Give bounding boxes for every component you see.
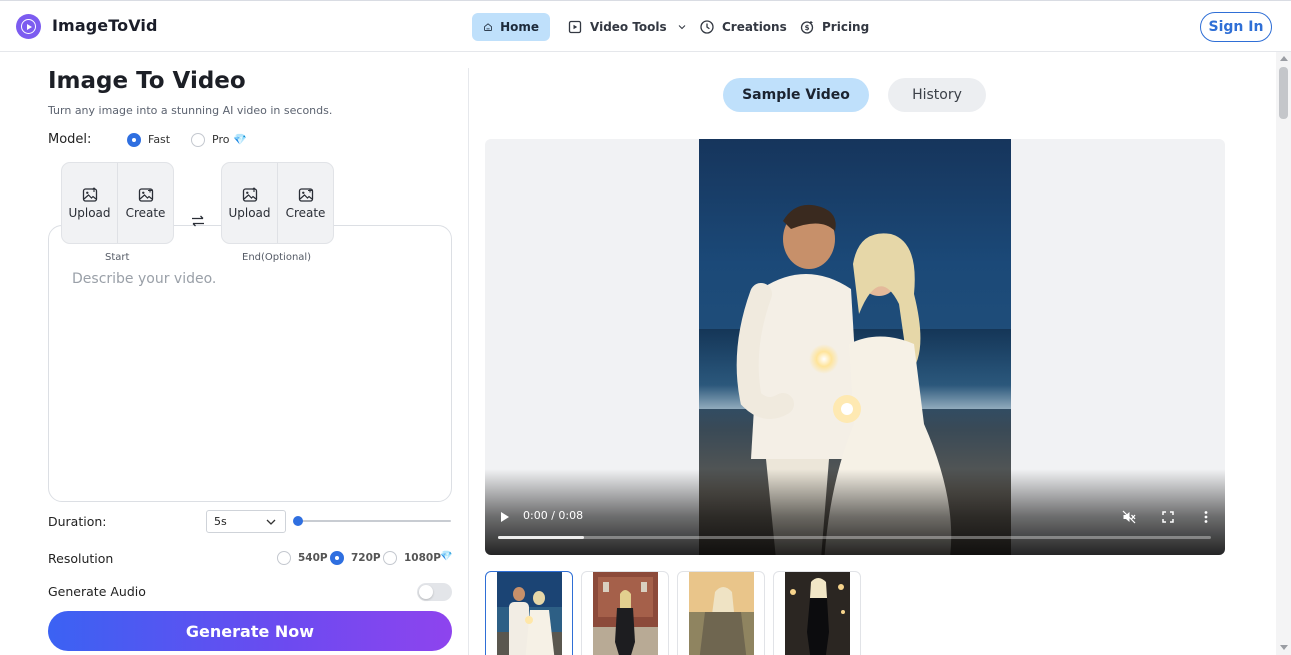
model-pro-radio[interactable] (191, 133, 205, 147)
diamond-icon: 💎 (233, 133, 247, 146)
panel-divider (468, 68, 469, 655)
sample-thumbnail[interactable] (485, 571, 573, 655)
home-icon (484, 23, 492, 31)
prompt-placeholder: Describe your video. (72, 271, 217, 287)
image-upload-icon (242, 186, 257, 202)
nav-home-label: Home (500, 20, 539, 34)
nav-video-tools-label: Video Tools (590, 20, 667, 34)
thumb-woman-black-dress-street (785, 572, 850, 655)
page-scrollbar[interactable] (1276, 52, 1291, 655)
chevron-down-icon (266, 519, 276, 525)
video-player[interactable]: 0:00 / 0:08 (485, 139, 1225, 555)
thumb-woman-campus-stairs (593, 572, 658, 655)
sample-thumbnail[interactable] (677, 571, 765, 655)
end-create-label: Create (285, 205, 326, 220)
image-upload-icon (82, 186, 97, 202)
thumb-couple-sparklers (497, 572, 562, 655)
swap-icon[interactable] (190, 214, 206, 228)
chevron-down-icon (678, 25, 686, 30)
end-create-button[interactable]: Create (277, 163, 333, 243)
end-upload-label: Upload (228, 205, 271, 220)
generate-audio-label: Generate Audio (48, 584, 146, 599)
diamond-icon: 💎 (440, 551, 453, 562)
video-progress-track[interactable] (498, 536, 1211, 539)
model-label: Model: (48, 132, 92, 147)
image-create-icon (298, 187, 313, 202)
model-fast-label: Fast (148, 133, 171, 146)
end-upload-button[interactable]: Upload (222, 163, 277, 243)
start-image-card: Upload Create (61, 162, 174, 244)
resolution-540p-radio[interactable] (277, 551, 291, 565)
clock-icon (700, 20, 714, 34)
thumb-woman-cloak-sunset (689, 572, 754, 655)
resolution-1080p-radio[interactable] (383, 551, 397, 565)
page-title: Image To Video (48, 68, 246, 94)
sample-thumbnail[interactable] (773, 571, 861, 655)
prompt-textarea[interactable] (48, 225, 452, 502)
duration-slider-thumb[interactable] (293, 516, 303, 526)
resolution-720p-label: 720P (351, 552, 381, 564)
nav-pricing[interactable]: $ Pricing (788, 13, 880, 41)
scrollbar-thumb[interactable] (1279, 67, 1288, 119)
end-image-card: Upload Create (221, 162, 334, 244)
resolution-720p-radio[interactable] (330, 551, 344, 565)
scroll-up-arrow-icon[interactable] (1280, 56, 1288, 61)
nav-creations-label: Creations (722, 20, 787, 34)
fullscreen-icon[interactable] (1161, 510, 1175, 524)
scroll-down-arrow-icon[interactable] (1280, 645, 1288, 650)
top-navbar: ImageToVid Home Video Tools Creations $ … (0, 0, 1291, 52)
video-tools-icon (568, 20, 582, 34)
model-fast-radio[interactable] (127, 133, 141, 147)
video-time: 0:00 / 0:08 (523, 509, 584, 522)
end-caption: End(Optional) (242, 252, 312, 263)
resolution-1080p-label: 1080P (404, 552, 441, 564)
nav-video-tools[interactable]: Video Tools (556, 13, 699, 41)
brand-name[interactable]: ImageToVid (52, 16, 158, 35)
play-icon[interactable] (501, 512, 509, 522)
image-create-icon (138, 187, 153, 202)
brand-logo-icon[interactable] (16, 14, 41, 39)
coins-icon: $ (800, 21, 814, 34)
more-options-icon[interactable] (1199, 510, 1213, 524)
nav-pricing-label: Pricing (822, 20, 870, 34)
duration-slider-track[interactable] (296, 520, 451, 522)
generate-audio-toggle[interactable] (417, 583, 452, 601)
duration-label: Duration: (48, 514, 107, 529)
tab-sample-video[interactable]: Sample Video (723, 78, 869, 112)
duration-select[interactable]: 5s (206, 510, 286, 533)
start-upload-label: Upload (68, 205, 111, 220)
nav-home[interactable]: Home (472, 13, 550, 41)
generate-now-button[interactable]: Generate Now (48, 611, 452, 651)
sign-in-button[interactable]: Sign In (1200, 12, 1272, 42)
start-create-button[interactable]: Create (117, 163, 173, 243)
resolution-label: Resolution (48, 551, 114, 566)
sample-thumbnail[interactable] (581, 571, 669, 655)
nav-creations[interactable]: Creations (688, 13, 798, 41)
page-subtitle: Turn any image into a stunning AI video … (48, 104, 333, 117)
start-upload-button[interactable]: Upload (62, 163, 117, 243)
video-controls-bar (485, 469, 1225, 555)
start-create-label: Create (125, 205, 166, 220)
svg-text:$: $ (805, 24, 810, 32)
model-pro-label: Pro (212, 133, 230, 146)
tab-history[interactable]: History (888, 78, 986, 112)
video-progress-fill (498, 536, 584, 539)
duration-value: 5s (214, 515, 227, 528)
muted-icon[interactable] (1122, 510, 1136, 524)
start-caption: Start (105, 252, 130, 263)
resolution-540p-label: 540P (298, 552, 328, 564)
